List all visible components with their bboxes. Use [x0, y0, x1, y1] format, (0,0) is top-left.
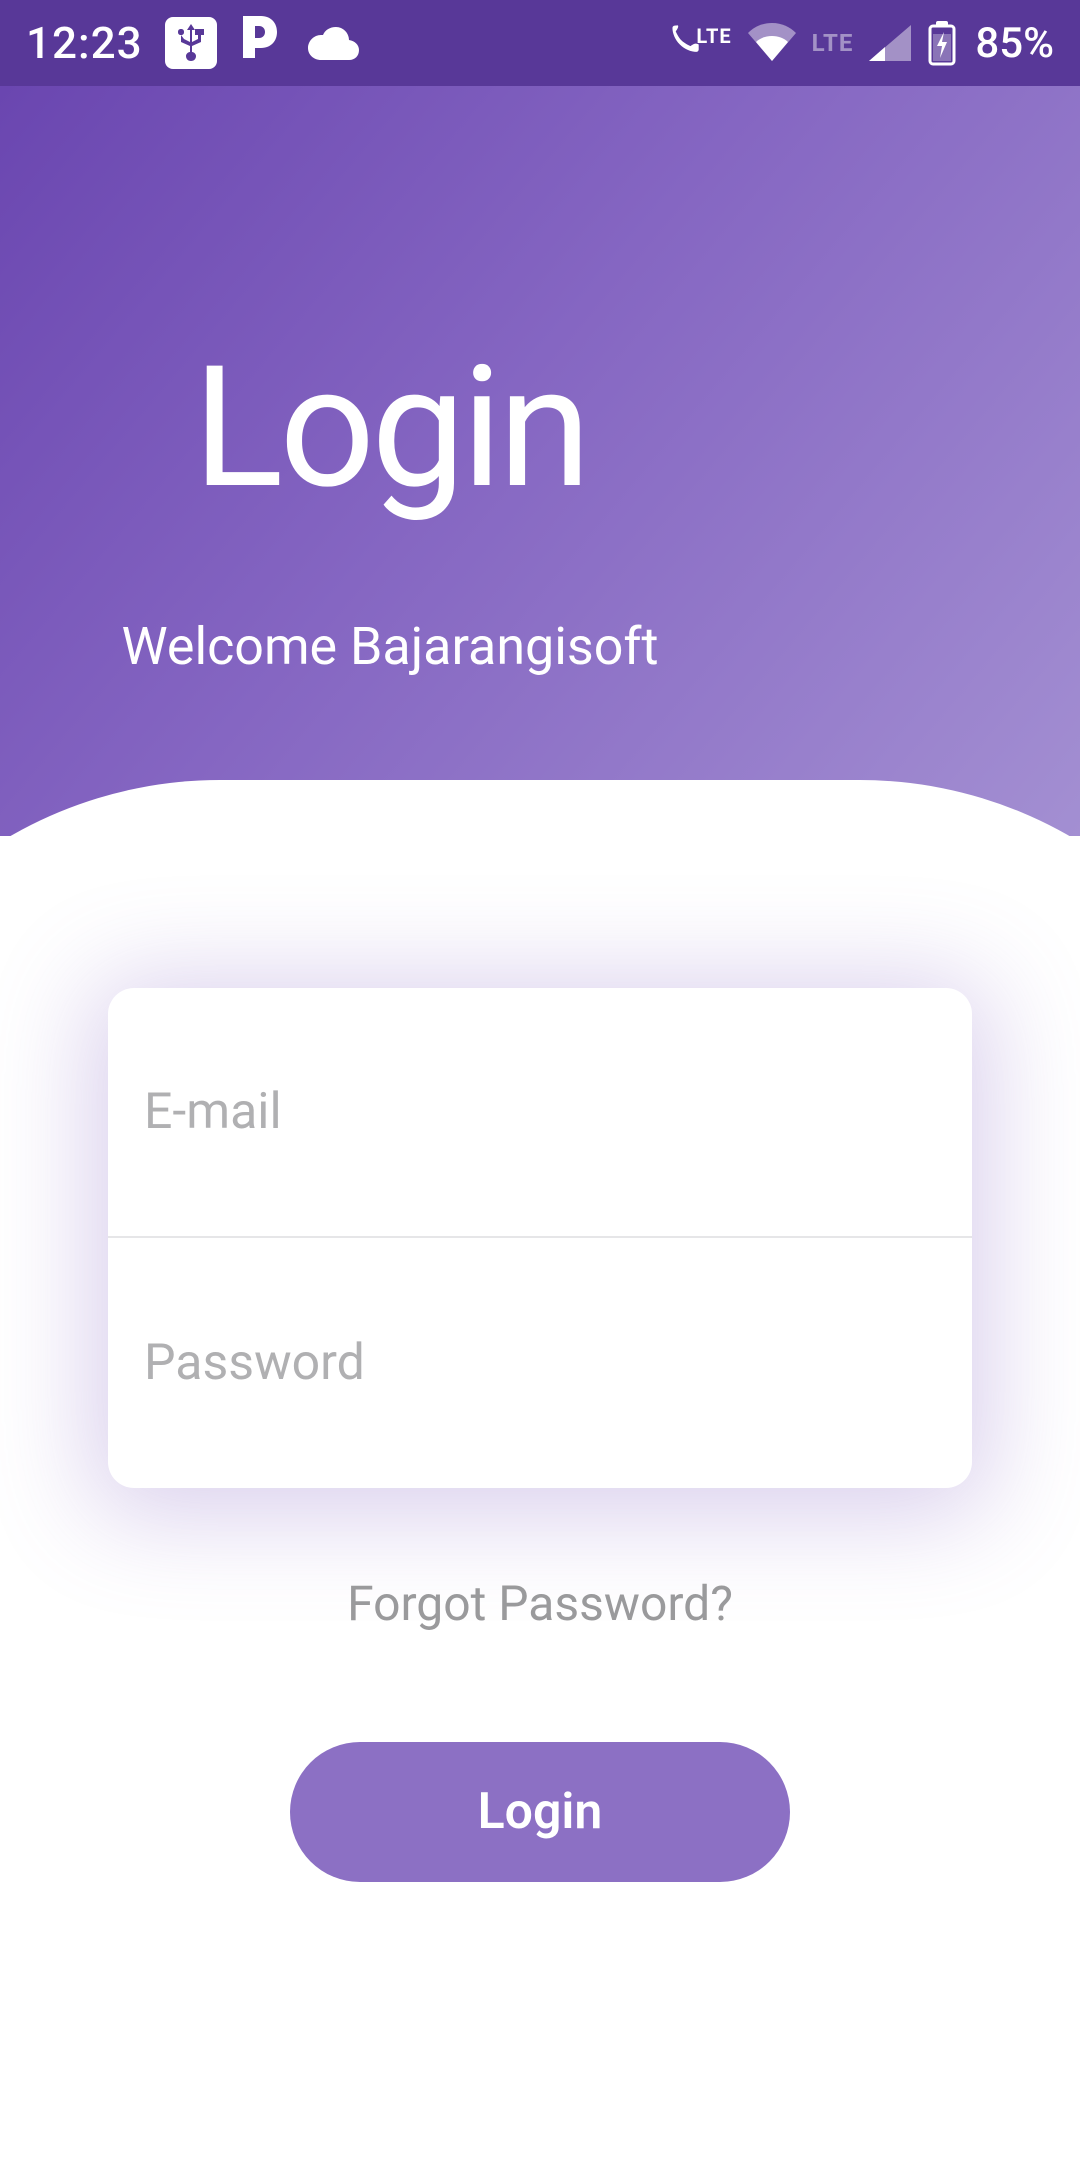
forgot-password-link[interactable]: Forgot Password? — [0, 1575, 1080, 1632]
login-button[interactable]: Login — [290, 1742, 790, 1882]
status-bar-right: LTE LTE 85% — [670, 19, 1054, 68]
wifi-icon — [746, 23, 798, 63]
battery-percent: 85% — [975, 19, 1054, 68]
page-title: Login — [70, 330, 710, 527]
battery-charging-icon — [927, 20, 957, 66]
usb-icon — [165, 17, 217, 69]
password-input-wrapper[interactable] — [108, 1238, 972, 1488]
email-field[interactable] — [144, 1083, 936, 1141]
p-icon — [239, 14, 283, 72]
cloud-icon — [305, 24, 361, 62]
lte-label-1: LTE — [696, 24, 731, 48]
header-gradient: Login Welcome Bajarangisoft — [0, 86, 1080, 836]
email-input-wrapper[interactable] — [108, 988, 972, 1238]
login-form-card — [108, 988, 972, 1488]
status-time: 12:23 — [26, 17, 143, 69]
status-bar: 12:23 LTE — [0, 0, 1080, 86]
phone-lte-icon: LTE — [670, 24, 731, 62]
lte-label-2: LTE — [812, 29, 854, 57]
signal-icon — [867, 23, 913, 63]
password-field[interactable] — [144, 1334, 936, 1392]
status-bar-left: 12:23 — [26, 14, 361, 72]
page-subtitle: Welcome Bajarangisoft — [70, 616, 710, 677]
